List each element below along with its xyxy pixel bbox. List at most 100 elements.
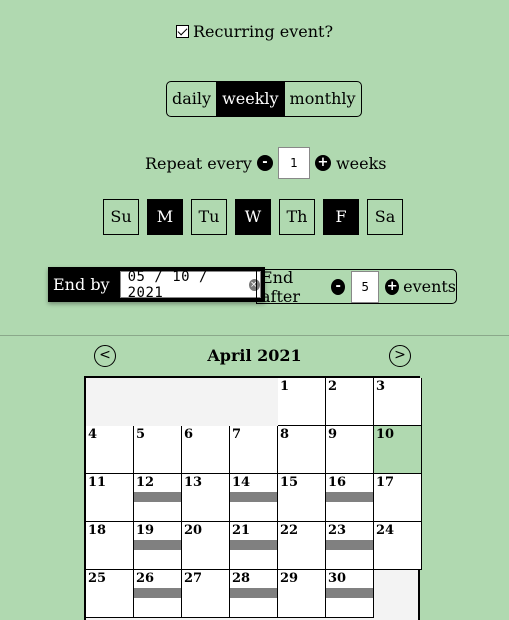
calendar-day-number: 13: [184, 475, 203, 490]
calendar-day-number: 30: [328, 571, 347, 586]
calendar-day-24[interactable]: 24: [374, 522, 422, 570]
recurring-label: Recurring event?: [192, 22, 334, 41]
calendar-day-number: 6: [184, 427, 194, 442]
calendar-month-title: April 2021: [207, 346, 302, 365]
repeat-prefix-label: Repeat every: [145, 153, 252, 173]
calendar-day-29[interactable]: 29: [278, 570, 326, 618]
calendar-day-number: 1: [280, 379, 290, 394]
event-bar[interactable]: [326, 492, 373, 502]
calendar-day-number: 10: [376, 427, 395, 442]
calendar-day-5[interactable]: 5: [134, 426, 182, 474]
calendar-day-17[interactable]: 17: [374, 474, 422, 522]
calendar-day-18[interactable]: 18: [86, 522, 134, 570]
calendar-day-7[interactable]: 7: [230, 426, 278, 474]
calendar-day-23[interactable]: 23: [326, 522, 374, 570]
end-date-input[interactable]: 05 / 10 / 2021 ×: [119, 269, 261, 301]
frequency-weekly[interactable]: weekly: [217, 82, 285, 116]
calendar-day-1[interactable]: 1: [278, 378, 326, 426]
calendar-day-26[interactable]: 26: [134, 570, 182, 618]
next-month-button[interactable]: >: [389, 345, 411, 367]
calendar-day-20[interactable]: 20: [182, 522, 230, 570]
end-by-option[interactable]: End by 05 / 10 / 2021 ×: [48, 267, 265, 302]
day-thursday[interactable]: Th: [279, 199, 315, 235]
frequency-monthly[interactable]: monthly: [285, 82, 361, 116]
calendar-day-16[interactable]: 16: [326, 474, 374, 522]
calendar-day-number: 9: [328, 427, 338, 442]
calendar-day-19[interactable]: 19: [134, 522, 182, 570]
day-saturday[interactable]: Sa: [367, 199, 403, 235]
calendar-day-number: 14: [232, 475, 251, 490]
calendar-day-number: 27: [184, 571, 203, 586]
calendar-day-27[interactable]: 27: [182, 570, 230, 618]
calendar-day-22[interactable]: 22: [278, 522, 326, 570]
end-after-unit-label: events: [403, 277, 457, 296]
calendar-day-number: 26: [136, 571, 155, 586]
event-bar[interactable]: [134, 492, 181, 502]
end-after-minus-button[interactable]: -: [331, 278, 346, 295]
calendar-day-30[interactable]: 30: [326, 570, 374, 618]
repeat-minus-button[interactable]: -: [256, 155, 273, 171]
day-monday[interactable]: M: [147, 199, 183, 235]
event-bar[interactable]: [326, 588, 373, 598]
event-bar[interactable]: [230, 540, 277, 550]
end-by-label: End by: [53, 275, 110, 294]
calendar-day-10[interactable]: 10: [374, 426, 422, 474]
calendar-day-number: 5: [136, 427, 146, 442]
calendar-day-number: 15: [280, 475, 299, 490]
day-tuesday[interactable]: Tu: [191, 199, 227, 235]
calendar-day-8[interactable]: 8: [278, 426, 326, 474]
calendar-day-number: 11: [88, 475, 107, 490]
calendar-day-number: 12: [136, 475, 155, 490]
calendar-day-number: 29: [280, 571, 299, 586]
calendar-day-21[interactable]: 21: [230, 522, 278, 570]
calendar-day-9[interactable]: 9: [326, 426, 374, 474]
calendar-day-15[interactable]: 15: [278, 474, 326, 522]
day-wednesday[interactable]: W: [235, 199, 271, 235]
calendar-day-number: 22: [280, 523, 299, 538]
end-after-option[interactable]: End after - 5 + events: [256, 267, 457, 306]
calendar-day-number: 17: [376, 475, 395, 490]
calendar-blank-cell: [86, 378, 278, 426]
calendar-day-number: 7: [232, 427, 242, 442]
frequency-daily[interactable]: daily: [167, 82, 218, 116]
end-after-count-input[interactable]: 5: [351, 270, 380, 303]
calendar-day-number: 24: [376, 523, 395, 538]
event-bar[interactable]: [326, 540, 373, 550]
recurring-toggle[interactable]: Recurring event?: [0, 22, 509, 41]
calendar-day-6[interactable]: 6: [182, 426, 230, 474]
calendar-day-number: 18: [88, 523, 107, 538]
calendar-day-number: 2: [328, 379, 338, 394]
calendar-day-number: 23: [328, 523, 347, 538]
event-bar[interactable]: [134, 540, 181, 550]
end-after-label: End after: [261, 267, 301, 306]
frequency-selector: daily weekly monthly: [166, 81, 362, 117]
calendar-day-13[interactable]: 13: [182, 474, 230, 522]
calendar-day-25[interactable]: 25: [86, 570, 134, 618]
calendar-day-number: 4: [88, 427, 98, 442]
day-sunday[interactable]: Su: [103, 199, 139, 235]
calendar-day-14[interactable]: 14: [230, 474, 278, 522]
section-divider: [0, 335, 509, 336]
calendar-day-28[interactable]: 28: [230, 570, 278, 618]
calendar-day-number: 28: [232, 571, 251, 586]
recurring-checkbox[interactable]: [175, 25, 189, 38]
calendar-day-number: 16: [328, 475, 347, 490]
repeat-interval-input[interactable]: 1: [277, 147, 310, 179]
repeat-unit-label: weeks: [335, 153, 387, 173]
calendar-day-number: 21: [232, 523, 251, 538]
calendar-day-number: 25: [88, 571, 107, 586]
calendar-day-11[interactable]: 11: [86, 474, 134, 522]
calendar-day-2[interactable]: 2: [326, 378, 374, 426]
weekday-selector: Su M Tu W Th F Sa: [103, 199, 403, 235]
repeat-plus-button[interactable]: +: [314, 155, 331, 171]
calendar-day-12[interactable]: 12: [134, 474, 182, 522]
calendar-day-number: 3: [376, 379, 386, 394]
event-bar[interactable]: [134, 588, 181, 598]
day-friday[interactable]: F: [323, 199, 359, 235]
calendar-day-3[interactable]: 3: [374, 378, 422, 426]
prev-month-button[interactable]: <: [94, 345, 116, 367]
event-bar[interactable]: [230, 492, 277, 502]
calendar-day-4[interactable]: 4: [86, 426, 134, 474]
end-after-plus-button[interactable]: +: [385, 278, 400, 295]
event-bar[interactable]: [230, 588, 277, 598]
